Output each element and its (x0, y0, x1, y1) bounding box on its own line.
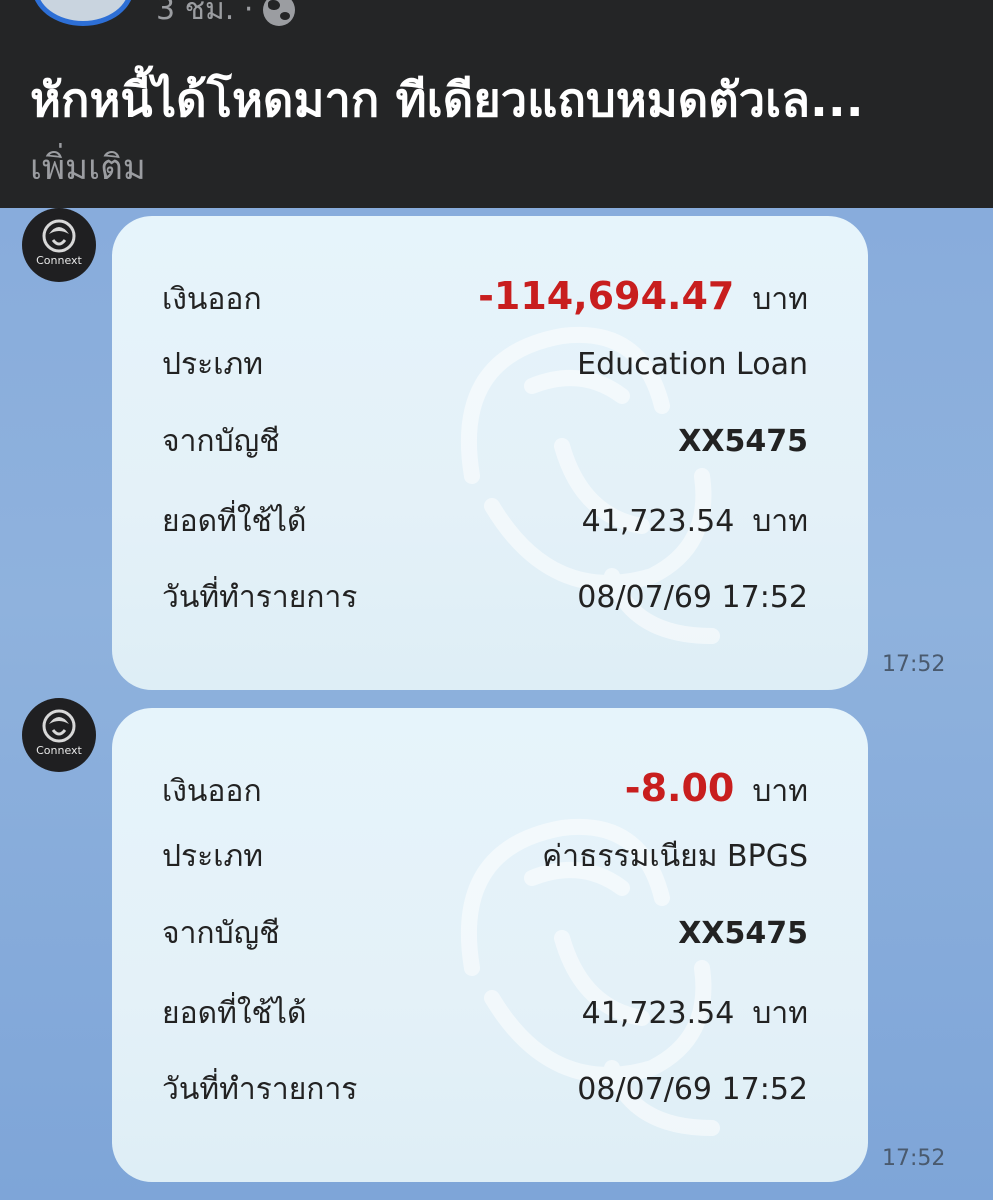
account-value: XX5475 (678, 424, 808, 459)
bot-name: Connext (36, 254, 82, 267)
date-label: วันที่ทำรายการ (162, 580, 358, 615)
date-value: 08/07/69 17:52 (577, 580, 808, 615)
bank-logo-icon (42, 219, 76, 253)
type-label: ประเภท (162, 347, 264, 382)
date-row: วันที่ทำรายการ 08/07/69 17:52 (162, 574, 808, 621)
post-meta: 3 ชม. · (156, 0, 296, 33)
date-value: 08/07/69 17:52 (577, 1072, 808, 1107)
outflow-label: เงินออก (162, 282, 262, 317)
account-label: จากบัญชี (162, 916, 280, 951)
globe-icon (263, 0, 296, 26)
bank-logo-icon (42, 709, 76, 743)
balance-value: 41,723.54 (581, 504, 735, 539)
balance-row: ยอดที่ใช้ได้ 41,723.54 บาท (162, 990, 808, 1037)
profile-avatar[interactable] (32, 0, 134, 26)
account-row: จากบัญชี XX5475 (162, 418, 808, 465)
chat-area: Connext เงินออก -114,694.47 บาท ประเภท Ed… (0, 208, 993, 1200)
outflow-label: เงินออก (162, 774, 262, 809)
type-row: ประเภท ค่าธรรมเนียม BPGS (162, 833, 808, 880)
post-time[interactable]: 3 ชม. · (156, 0, 253, 33)
outflow-row: เงินออก -114,694.47 บาท (162, 274, 808, 323)
account-label: จากบัญชี (162, 424, 280, 459)
post-header: 3 ชม. · หักหนี้ได้โหดมาก ทีเดียวแถบหมดตั… (0, 0, 993, 208)
currency-unit: บาท (752, 996, 808, 1031)
balance-label: ยอดที่ใช้ได้ (162, 996, 307, 1031)
currency-unit: บาท (752, 774, 808, 809)
balance-label: ยอดที่ใช้ได้ (162, 504, 307, 539)
post-title: หักหนี้ได้โหดมาก ทีเดียวแถบหมดตัวเล... (30, 73, 864, 128)
transaction-card: เงินออก -8.00 บาท ประเภท ค่าธรรมเนียม BPG… (112, 708, 868, 1182)
balance-value: 41,723.54 (581, 996, 735, 1031)
account-value: XX5475 (678, 916, 808, 951)
account-row: จากบัญชี XX5475 (162, 910, 808, 957)
type-value: ค่าธรรมเนียม BPGS (542, 839, 808, 874)
type-value: Education Loan (577, 347, 808, 382)
type-row: ประเภท Education Loan (162, 341, 808, 388)
outflow-amount: -8.00 (624, 766, 735, 810)
outflow-amount: -114,694.47 (478, 274, 735, 318)
transaction-card: เงินออก -114,694.47 บาท ประเภท Education … (112, 216, 868, 690)
bot-avatar[interactable]: Connext (22, 208, 96, 282)
see-more-link[interactable]: เพิ่มเติม (30, 140, 146, 195)
bot-name: Connext (36, 744, 82, 757)
currency-unit: บาท (752, 282, 808, 317)
outflow-row: เงินออก -8.00 บาท (162, 766, 808, 815)
message-time: 17:52 (882, 1146, 946, 1171)
type-label: ประเภท (162, 839, 264, 874)
balance-row: ยอดที่ใช้ได้ 41,723.54 บาท (162, 498, 808, 545)
date-label: วันที่ทำรายการ (162, 1072, 358, 1107)
currency-unit: บาท (752, 504, 808, 539)
date-row: วันที่ทำรายการ 08/07/69 17:52 (162, 1066, 808, 1113)
message-time: 17:52 (882, 652, 946, 677)
bot-avatar[interactable]: Connext (22, 698, 96, 772)
